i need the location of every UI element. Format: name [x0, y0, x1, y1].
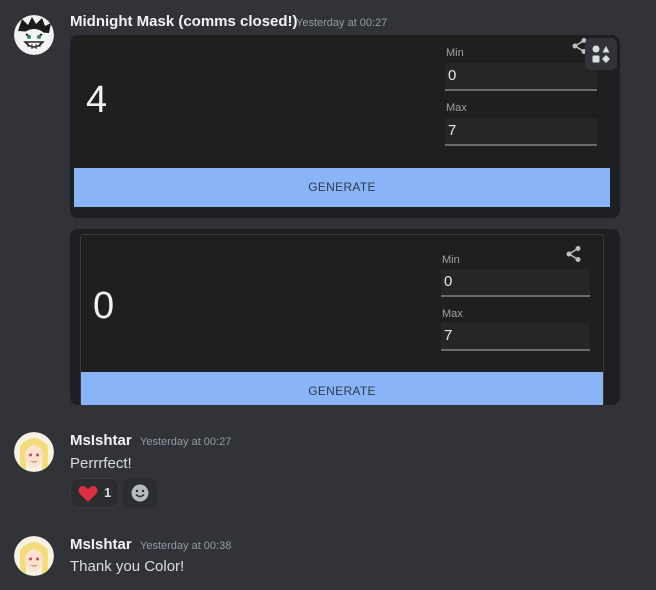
generate-button[interactable]: GENERATE: [74, 168, 610, 207]
message-text: Perrrfect!: [70, 455, 132, 472]
max-input[interactable]: 7: [445, 118, 597, 146]
add-reaction-button[interactable]: [123, 478, 157, 508]
max-label: Max: [446, 102, 467, 114]
min-label: Min: [442, 254, 460, 266]
timestamp: Yesterday at 00:27: [140, 436, 232, 448]
heart-icon: [78, 485, 98, 502]
embed-container: 0 Min 0 Max 7 GENERATE: [70, 229, 620, 405]
share-icon[interactable]: [565, 245, 583, 263]
max-value: 7: [444, 327, 453, 344]
max-input[interactable]: 7: [441, 323, 590, 351]
message-text: Thank you Color!: [70, 558, 185, 575]
generate-button[interactable]: GENERATE: [81, 372, 603, 405]
timestamp: Yesterday at 00:38: [140, 540, 232, 552]
max-label: Max: [442, 308, 463, 320]
username[interactable]: MsIshtar: [70, 536, 132, 553]
number-generator-widget: 0 Min 0 Max 7 GENERATE: [80, 234, 604, 405]
min-value: 0: [448, 67, 457, 84]
embed-container: 4 Min 0 Max 7 GENERATE: [70, 35, 620, 218]
generated-number: 0: [93, 285, 115, 327]
reaction-heart[interactable]: 1: [70, 478, 119, 508]
min-label: Min: [446, 47, 464, 59]
generated-number: 4: [86, 79, 108, 121]
min-input[interactable]: 0: [445, 63, 597, 91]
max-value: 7: [448, 122, 457, 139]
avatar[interactable]: [14, 432, 54, 472]
apps-icon: [592, 45, 610, 63]
min-input[interactable]: 0: [441, 269, 590, 297]
username[interactable]: MsIshtar: [70, 432, 132, 449]
number-generator-widget: 4 Min 0 Max 7 GENERATE: [74, 35, 610, 207]
timestamp: Yesterday at 00:27: [296, 17, 388, 29]
smiley-icon: [131, 484, 149, 502]
reaction-count: 1: [104, 485, 112, 500]
app-actions-button[interactable]: [585, 38, 617, 70]
username[interactable]: Midnight Mask (comms closed!): [70, 13, 298, 30]
avatar[interactable]: [14, 536, 54, 576]
min-value: 0: [444, 273, 453, 290]
avatar[interactable]: [14, 15, 54, 55]
